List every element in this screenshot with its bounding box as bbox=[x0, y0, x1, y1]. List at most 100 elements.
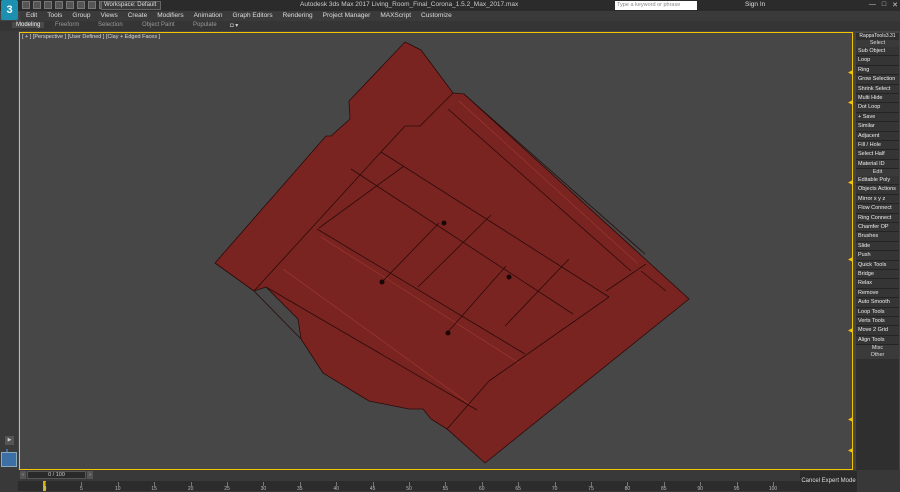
menu-item-views[interactable]: Views bbox=[100, 11, 117, 21]
rp-multi-hide-button[interactable]: Multi Hide bbox=[856, 93, 899, 104]
rp-move-2-grid-button[interactable]: Move 2 Grid bbox=[856, 326, 899, 336]
panel-arrow-icon[interactable]: ◀ bbox=[848, 99, 853, 106]
rp-save-button[interactable]: + Save bbox=[856, 112, 899, 123]
window-title: Autodesk 3ds Max 2017 Living_Room_Final_… bbox=[300, 1, 519, 8]
timeline-tick-label: 75 bbox=[588, 486, 594, 492]
search-input[interactable]: Type a keyword or phrase bbox=[615, 1, 697, 10]
rp-sub-object-button[interactable]: Sub Object bbox=[856, 47, 899, 57]
window-controls: — □ ✕ bbox=[869, 1, 898, 9]
rp-verts-tools-button[interactable]: Verts Tools bbox=[856, 316, 899, 327]
tuft-button-2 bbox=[379, 279, 385, 285]
menu-item-graph-editors[interactable]: Graph Editors bbox=[233, 11, 273, 21]
rp-select-half-button[interactable]: Select Half bbox=[856, 150, 899, 160]
perspective-viewport[interactable]: [ + ] [Perspective ] [User Defined ] [Cl… bbox=[19, 32, 853, 470]
rp-mirror-button[interactable]: Mirror x y z bbox=[856, 194, 899, 205]
timeline-tick-label: 20 bbox=[187, 486, 194, 492]
timeline-tick-label: 50 bbox=[406, 486, 412, 492]
menu-item-create[interactable]: Create bbox=[128, 11, 148, 21]
menu-item-edit[interactable]: Edit bbox=[26, 11, 37, 21]
rp-flow-connect-button[interactable]: Flow Connect bbox=[856, 204, 899, 214]
section-other[interactable]: Other bbox=[856, 352, 899, 360]
menu-item-group[interactable]: Group bbox=[72, 11, 90, 21]
section-misc[interactable]: Misc bbox=[856, 345, 899, 353]
panel-arrow-icon[interactable]: ◀ bbox=[848, 447, 853, 454]
rp-adjacent-button[interactable]: Adjacent bbox=[856, 131, 899, 141]
minimize-button[interactable]: — bbox=[869, 1, 876, 9]
undo-icon[interactable] bbox=[55, 1, 63, 9]
menu-item-animation[interactable]: Animation bbox=[194, 11, 223, 21]
workspace-dropdown[interactable]: Workspace: Default bbox=[101, 1, 161, 10]
rp-push-button[interactable]: Push bbox=[856, 251, 899, 261]
menu-item-customize[interactable]: Customize bbox=[421, 11, 452, 21]
close-button[interactable]: ✕ bbox=[892, 1, 898, 9]
timeline-tick-label: 80 bbox=[624, 486, 631, 492]
slider-prev-button[interactable]: ‹ bbox=[20, 471, 26, 479]
rp-chamfer-op-button[interactable]: Chamfer OP bbox=[856, 223, 899, 233]
open-icon[interactable] bbox=[33, 1, 41, 9]
rp-brushes-button[interactable]: Brushes bbox=[856, 232, 899, 242]
section-select[interactable]: Select bbox=[856, 40, 899, 47]
rp-bridge-button[interactable]: Bridge bbox=[856, 269, 899, 280]
viewport-layout-tab[interactable] bbox=[1, 452, 17, 467]
maximize-button[interactable]: □ bbox=[882, 1, 886, 9]
timeline-tick-label: 70 bbox=[551, 486, 558, 492]
rp-auto-smooth-button[interactable]: Auto Smooth bbox=[856, 298, 899, 308]
viewport-layout-expand-icon[interactable]: ▶ bbox=[5, 436, 14, 445]
app-logo-icon[interactable]: 3 bbox=[1, 0, 18, 20]
ribbon: Modeling Freeform Selection Object Paint… bbox=[0, 21, 900, 31]
rp-similar-button[interactable]: Similar bbox=[856, 122, 899, 132]
menu-item-project-manager[interactable]: Project Manager bbox=[323, 11, 371, 21]
menu-item-maxscript[interactable]: MAXScript bbox=[380, 11, 411, 21]
panel-arrow-icon[interactable]: ◀ bbox=[848, 327, 853, 334]
rp-editable-poly-button[interactable]: Editable Poly bbox=[856, 176, 899, 186]
rp-align-tools-button[interactable]: Align Tools bbox=[856, 335, 899, 346]
rp-remove-button[interactable]: Remove bbox=[856, 288, 899, 299]
panel-title: RappaTools3.31 bbox=[859, 33, 896, 39]
panel-arrow-icon[interactable]: ◀ bbox=[848, 179, 853, 186]
menu-item-modifiers[interactable]: Modifiers bbox=[157, 11, 183, 21]
timeline-tick-label: 45 bbox=[369, 486, 376, 492]
rappatools-panel: RappaTools3.31 Select Sub Object Loop Ri… bbox=[856, 33, 899, 470]
panel-arrow-icon[interactable]: ◀ bbox=[848, 416, 853, 423]
rp-ring-connect-button[interactable]: Ring Connect bbox=[856, 213, 899, 224]
ribbon-toggle-icon[interactable]: ◘ ▾ bbox=[230, 22, 238, 29]
sign-in-link[interactable]: Sign In bbox=[745, 1, 765, 8]
panel-arrow-icon[interactable]: ◀ bbox=[848, 256, 853, 263]
tab-freeform[interactable]: Freeform bbox=[55, 22, 79, 28]
rp-slide-button[interactable]: Slide bbox=[856, 241, 899, 252]
tab-object-paint[interactable]: Object Paint bbox=[142, 22, 175, 28]
panel-arrow-icon[interactable]: ◀ bbox=[848, 69, 853, 76]
menu-item-rendering[interactable]: Rendering bbox=[283, 11, 313, 21]
tab-selection[interactable]: Selection bbox=[98, 22, 123, 28]
tab-populate[interactable]: Populate bbox=[193, 22, 217, 28]
link-icon[interactable] bbox=[88, 1, 96, 9]
time-slider[interactable]: 0 / 100 bbox=[27, 471, 86, 479]
rp-quick-tools-button[interactable]: Quick Tools bbox=[856, 260, 899, 270]
menu-bar: Edit Tools Group Views Create Modifiers … bbox=[20, 11, 900, 21]
rp-fill-hole-button[interactable]: Fill / Hole bbox=[856, 140, 899, 151]
rp-dot-loop-button[interactable]: Dot Loop bbox=[856, 103, 899, 113]
timeline-tick-label: 40 bbox=[333, 486, 339, 492]
status-corner bbox=[858, 471, 900, 492]
rp-ring-button[interactable]: Ring bbox=[856, 65, 899, 76]
rp-material-id-button[interactable]: Material ID bbox=[856, 159, 899, 170]
rp-shrink-select-button[interactable]: Shrink Select bbox=[856, 84, 899, 94]
rp-loop-tools-button[interactable]: Loop Tools bbox=[856, 307, 899, 317]
tab-modeling[interactable]: Modeling bbox=[12, 22, 45, 28]
rp-grow-selection-button[interactable]: Grow Selection bbox=[856, 75, 899, 85]
save-icon[interactable] bbox=[44, 1, 52, 9]
menu-item-tools[interactable]: Tools bbox=[47, 11, 62, 21]
rp-relax-button[interactable]: Relax bbox=[856, 279, 899, 289]
cancel-expert-mode-button[interactable]: Cancel Expert Mode bbox=[800, 471, 857, 492]
quick-access-toolbar bbox=[22, 1, 107, 10]
section-edit[interactable]: Edit bbox=[856, 169, 899, 177]
left-toolbar bbox=[0, 31, 18, 471]
new-icon[interactable] bbox=[22, 1, 30, 9]
timeline-tick-label: 35 bbox=[297, 486, 303, 492]
slider-next-button[interactable]: › bbox=[87, 471, 93, 479]
redo-icon[interactable] bbox=[66, 1, 74, 9]
rp-objects-actions-button[interactable]: Objects Actions bbox=[856, 185, 899, 195]
project-folder-icon[interactable] bbox=[77, 1, 85, 9]
timeline-tick-label: 60 bbox=[479, 486, 485, 492]
rp-loop-button[interactable]: Loop bbox=[856, 56, 899, 66]
